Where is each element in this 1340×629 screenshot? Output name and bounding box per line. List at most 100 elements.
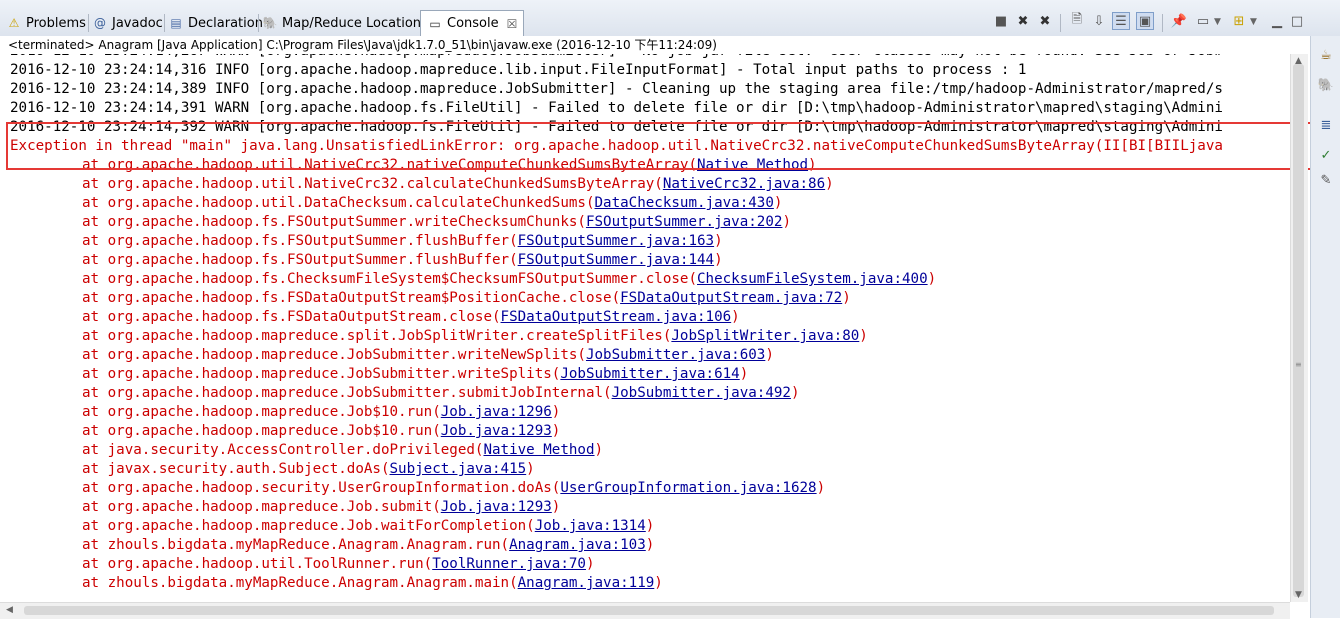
maximize-icon[interactable]: □ (1288, 12, 1306, 30)
tab-problems[interactable]: ⚠ Problems (6, 12, 86, 34)
scrollbar-thumb[interactable] (24, 606, 1274, 615)
toolbar-divider (1162, 14, 1163, 32)
task-list-icon[interactable]: ✓ (1317, 146, 1335, 164)
line-text: at org.apache.hadoop.security.UserGroupI… (82, 480, 561, 496)
line-text: at org.apache.hadoop.mapreduce.Job.submi… (82, 499, 441, 515)
source-link[interactable]: FSDataOutputStream.java:72 (620, 290, 842, 306)
stack-trace-line: at org.apache.hadoop.mapreduce.split.Job… (10, 327, 1290, 346)
tab-divider (88, 14, 89, 32)
log-line: 2016-12-10 23:24:14,391 WARN [org.apache… (10, 99, 1290, 118)
closing-paren: ) (739, 366, 749, 382)
line-text: at org.apache.hadoop.fs.FSDataOutputStre… (82, 290, 621, 306)
source-link[interactable]: FSOutputSummer.java:163 (518, 233, 714, 249)
stack-trace-line: at org.apache.hadoop.util.ToolRunner.run… (10, 555, 1290, 574)
source-link[interactable]: JobSubmitter.java:603 (586, 347, 765, 363)
source-link[interactable]: UserGroupInformation.java:1628 (560, 480, 816, 496)
source-link[interactable]: DataChecksum.java:430 (595, 195, 774, 211)
chevron-down-icon[interactable]: ▼ (1214, 17, 1221, 27)
line-text: at org.apache.hadoop.mapreduce.JobSubmit… (82, 385, 612, 401)
source-link[interactable]: Subject.java:415 (390, 461, 527, 477)
source-link[interactable]: Job.java:1293 (441, 423, 552, 439)
scroll-down-icon[interactable]: ▼ (1295, 590, 1302, 600)
source-link[interactable]: Anagram.java:119 (518, 575, 655, 591)
stack-trace-line: at java.security.AccessController.doPriv… (10, 441, 1290, 460)
line-text: at org.apache.hadoop.fs.FSDataOutputStre… (82, 309, 501, 325)
source-link[interactable]: Anagram.java:103 (509, 537, 646, 553)
chevron-down-icon[interactable]: ▼ (1250, 17, 1257, 27)
closing-paren: ) (551, 499, 561, 515)
log-line: 2016-12-10 23:24:14,389 INFO [org.apache… (10, 80, 1290, 99)
remove-launch-icon[interactable]: ✖ (1014, 12, 1032, 30)
closing-paren: ) (765, 347, 774, 363)
log-line: 2016-12-10 23:24:14,316 INFO [org.apache… (10, 61, 1290, 80)
tab-javadoc[interactable]: @ Javadoc (92, 12, 163, 34)
line-text: 2016-12-10 23:24:14,389 INFO [org.apache… (10, 81, 1223, 97)
line-text: at javax.security.auth.Subject.doAs( (82, 461, 390, 477)
clear-console-icon[interactable]: 🗎 (1068, 12, 1086, 30)
tab-console[interactable]: ▭ Console ☒ (420, 10, 525, 36)
open-console-icon[interactable]: ⊞ (1230, 12, 1248, 30)
line-text: at zhouls.bigdata.myMapReduce.Anagram.An… (82, 537, 510, 553)
source-link[interactable]: ChecksumFileSystem.java:400 (697, 271, 928, 287)
source-link[interactable]: Job.java:1293 (441, 499, 552, 515)
remove-all-terminated-icon[interactable]: ✖ (1036, 12, 1054, 30)
display-selected-console-icon[interactable]: ▭ (1194, 12, 1212, 30)
close-icon[interactable]: ☒ (507, 17, 518, 31)
stack-trace-line: at org.apache.hadoop.mapreduce.Job$10.ru… (10, 422, 1290, 441)
scroll-lock-icon[interactable]: ⇩ (1090, 12, 1108, 30)
scrollbar-thumb[interactable]: ≡ (1293, 64, 1304, 629)
perspective-trim: ☕ 🐘 ≣ ✓ ✎ (1310, 36, 1340, 618)
line-text: at org.apache.hadoop.fs.FSOutputSummer.f… (82, 252, 518, 268)
source-link[interactable]: Job.java:1296 (441, 404, 552, 420)
outline-icon[interactable]: ≣ (1317, 116, 1335, 134)
stack-trace-line: at org.apache.hadoop.fs.FSOutputSummer.f… (10, 251, 1290, 270)
closing-paren: ) (654, 575, 663, 591)
line-text: 2016-12-10 23:24:14,391 WARN [org.apache… (10, 100, 1223, 116)
terminate-icon[interactable]: ■ (992, 12, 1010, 30)
word-wrap-icon[interactable]: ☰ (1112, 12, 1130, 30)
console-icon: ▭ (429, 16, 441, 31)
minimize-icon[interactable]: ▁ (1268, 12, 1286, 30)
editor-icon[interactable]: ✎ (1317, 171, 1335, 189)
horizontal-scrollbar[interactable]: ◀ (0, 602, 1290, 619)
stack-trace-line: at org.apache.hadoop.mapreduce.JobSubmit… (10, 346, 1290, 365)
pin-console-icon[interactable]: 📌 (1170, 12, 1188, 30)
closing-paren: ) (808, 157, 817, 173)
source-link[interactable]: JobSubmitter.java:614 (560, 366, 739, 382)
closing-paren: ) (816, 480, 826, 496)
console-output[interactable]: 2016-12-10 23:24:14,267 WARN [org.apache… (10, 54, 1290, 604)
line-text: at org.apache.hadoop.util.ToolRunner.run… (82, 556, 433, 572)
tab-map-reduce-locations[interactable]: 🐘 Map/Reduce Locations (262, 12, 428, 34)
source-link[interactable]: ToolRunner.java:70 (432, 556, 586, 572)
source-link[interactable]: Native Method (483, 442, 594, 458)
source-link[interactable]: FSOutputSummer.java:144 (518, 252, 714, 268)
closing-paren: ) (645, 537, 655, 553)
line-text: at org.apache.hadoop.util.DataChecksum.c… (82, 195, 595, 211)
stack-trace-line: at org.apache.hadoop.mapreduce.Job.submi… (10, 498, 1290, 517)
line-text: at zhouls.bigdata.myMapReduce.Anagram.An… (82, 575, 518, 591)
tab-declaration[interactable]: ▤ Declaration (168, 12, 263, 34)
source-link[interactable]: Job.java:1314 (535, 518, 646, 534)
show-console-icon[interactable]: ▣ (1136, 12, 1154, 30)
stack-trace-line: at javax.security.auth.Subject.doAs(Subj… (10, 460, 1290, 479)
java-perspective-icon[interactable]: ☕ (1317, 46, 1335, 64)
closing-paren: ) (927, 271, 937, 287)
source-link[interactable]: FSDataOutputStream.java:106 (501, 309, 732, 325)
scroll-left-icon[interactable]: ◀ (6, 605, 13, 615)
hadoop-perspective-icon[interactable]: 🐘 (1317, 76, 1335, 94)
line-text: at java.security.AccessController.doPriv… (82, 442, 484, 458)
exception-line: Exception in thread "main" java.lang.Uns… (10, 137, 1290, 156)
source-link[interactable]: JobSplitWriter.java:80 (671, 328, 859, 344)
closing-paren: ) (731, 309, 740, 325)
line-text: at org.apache.hadoop.mapreduce.Job$10.ru… (82, 404, 441, 420)
line-text: 2016-12-10 23:24:14,392 WARN [org.apache… (10, 119, 1223, 135)
closing-paren: ) (842, 290, 851, 306)
stack-trace-line: at org.apache.hadoop.util.DataChecksum.c… (10, 194, 1290, 213)
source-link[interactable]: JobSubmitter.java:492 (612, 385, 791, 401)
source-link[interactable]: Native Method (697, 157, 808, 173)
stack-trace-line: at zhouls.bigdata.myMapReduce.Anagram.An… (10, 536, 1290, 555)
vertical-scrollbar[interactable]: ▲ ≡ ▼ (1290, 54, 1308, 602)
line-text: at org.apache.hadoop.fs.ChecksumFileSyst… (82, 271, 697, 287)
source-link[interactable]: FSOutputSummer.java:202 (586, 214, 782, 230)
source-link[interactable]: NativeCrc32.java:86 (663, 176, 825, 192)
